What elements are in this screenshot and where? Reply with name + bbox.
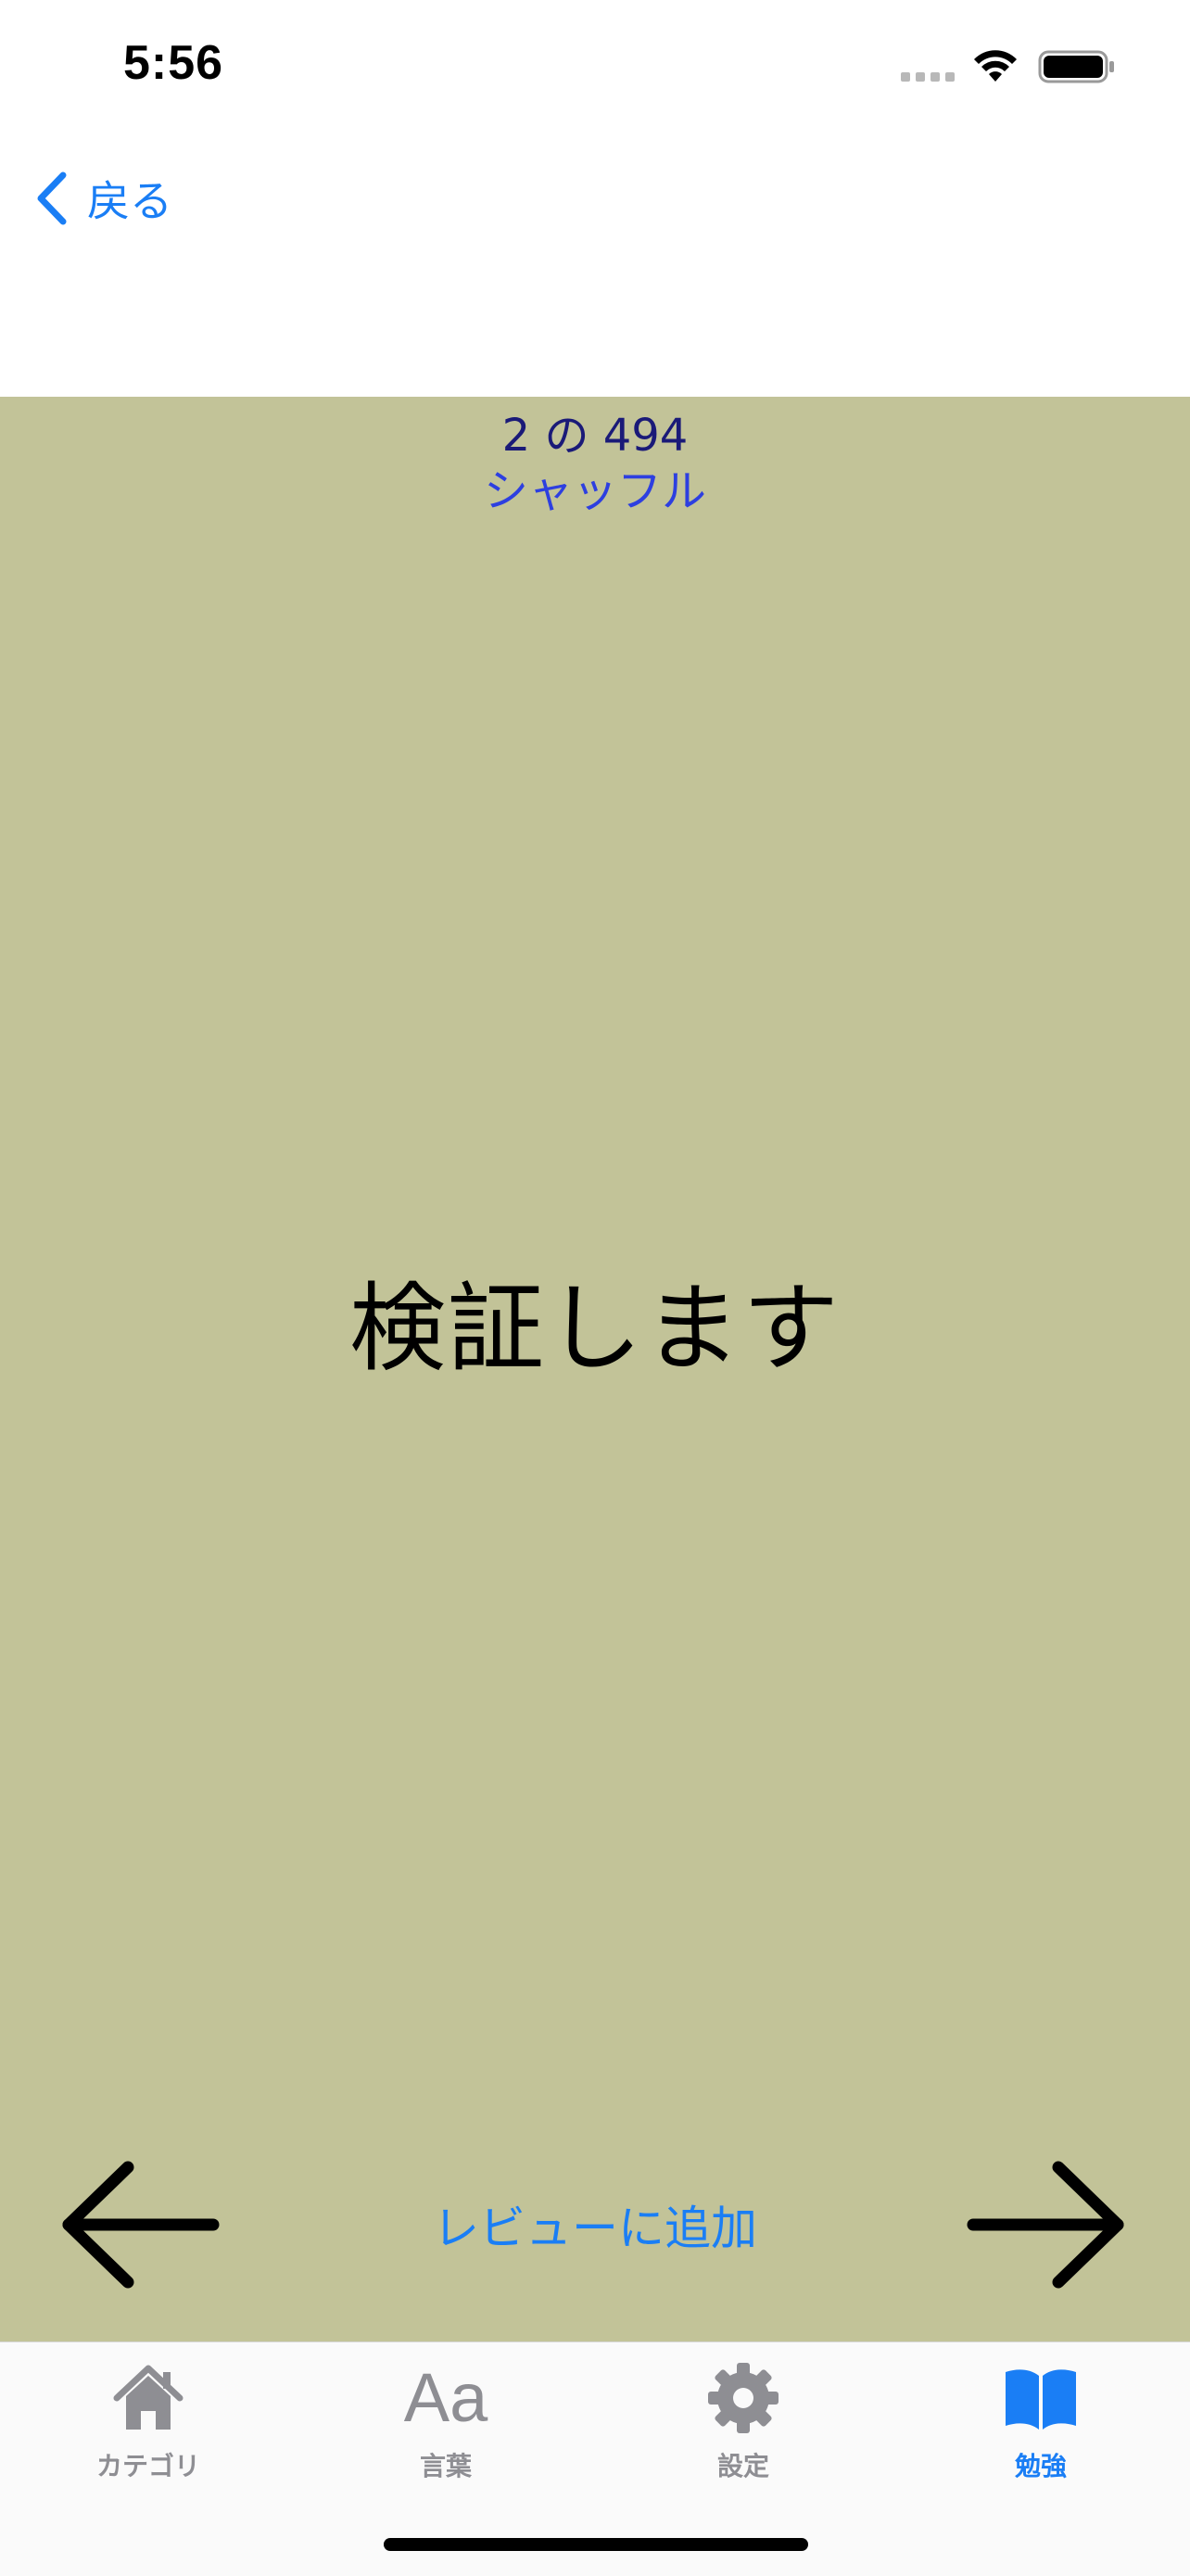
- tab-words[interactable]: Aa 言葉: [353, 2359, 538, 2489]
- next-arrow-icon[interactable]: [964, 2160, 1131, 2290]
- navigation-bar: 戻る: [0, 139, 1190, 397]
- status-time: 5:56: [123, 36, 224, 90]
- tab-settings[interactable]: 設定: [651, 2359, 836, 2489]
- house-icon: [113, 2365, 184, 2430]
- wifi-icon: [974, 50, 1017, 82]
- book-icon: [1006, 2369, 1076, 2430]
- cellular-signal-icon: [901, 72, 956, 83]
- status-bar: 5:56: [0, 0, 1190, 139]
- tab-label: カテゴリ: [95, 2451, 200, 2481]
- text-aa-icon: Aa: [403, 2359, 488, 2436]
- flashcard[interactable]: 2 の 494 シャッフル 検証します レビューに追加: [0, 397, 1190, 2341]
- tab-label: 言葉: [419, 2451, 472, 2481]
- tab-study[interactable]: 勉強: [948, 2359, 1133, 2489]
- tab-categories[interactable]: カテゴリ: [56, 2359, 241, 2489]
- gear-icon: [708, 2363, 779, 2433]
- shuffle-button[interactable]: シャッフル: [0, 454, 1190, 519]
- card-word: 検証します: [348, 1272, 841, 1385]
- tab-label: 設定: [716, 2451, 769, 2481]
- home-indicator[interactable]: [384, 2538, 808, 2551]
- battery-icon: [1038, 50, 1114, 83]
- back-label: 戻る: [87, 176, 172, 226]
- tab-label: 勉強: [1014, 2451, 1067, 2481]
- chevron-left-icon: [37, 171, 67, 225]
- back-button[interactable]: 戻る: [33, 161, 172, 235]
